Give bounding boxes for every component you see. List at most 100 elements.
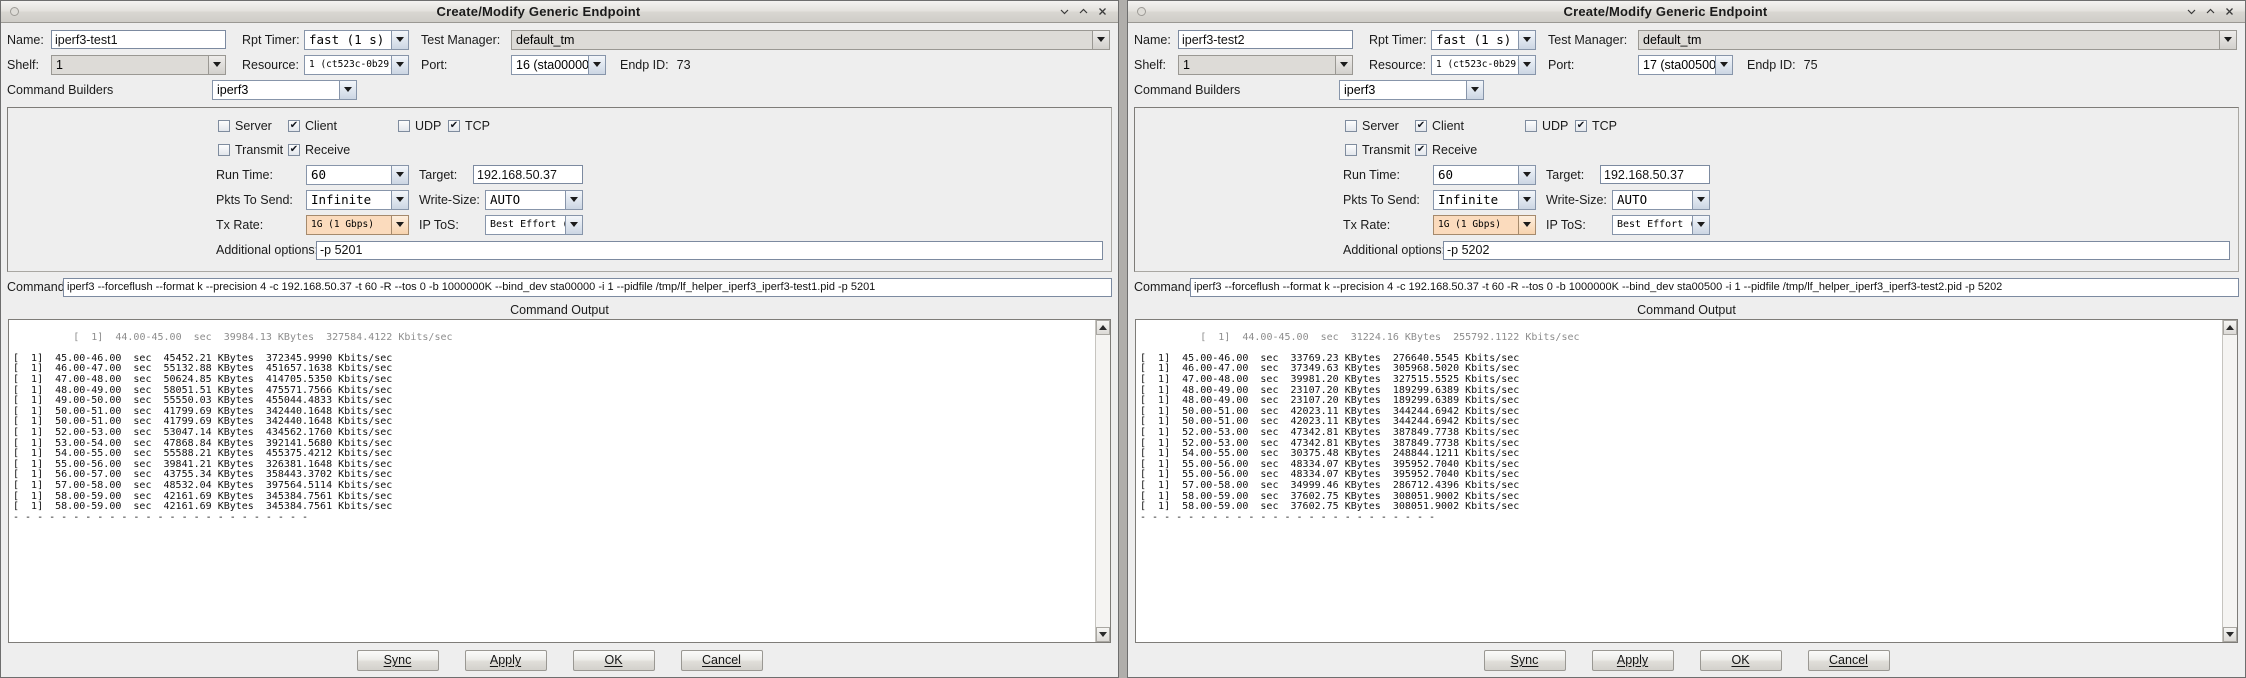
title-bar[interactable]: Create/Modify Generic Endpoint [1, 1, 1118, 23]
port-select[interactable]: 16 (sta00000) [511, 54, 606, 75]
run-time-select[interactable]: 60 [1433, 164, 1536, 185]
scroll-down-icon[interactable] [2223, 627, 2237, 642]
server-checkbox[interactable]: ✔ Server [1345, 119, 1415, 133]
chevron-down-icon[interactable] [2219, 30, 2236, 49]
client-checkbox[interactable]: ✔ Client [288, 119, 398, 133]
window-menu-icon[interactable] [1137, 7, 1146, 16]
checkbox-box[interactable]: ✔ [1415, 144, 1427, 156]
tx-rate-select[interactable]: 1G (1 Gbps) [1433, 214, 1536, 235]
sync-button[interactable]: Sync [1483, 649, 1566, 671]
chevron-down-icon[interactable] [208, 55, 225, 74]
checkbox-box[interactable]: ✔ [288, 120, 300, 132]
checkbox-box[interactable]: ✔ [398, 120, 410, 132]
checkbox-box[interactable]: ✔ [1575, 120, 1587, 132]
write-size-select[interactable]: AUTO [485, 189, 583, 210]
output-scrollbar[interactable] [2222, 320, 2237, 642]
chevron-down-icon[interactable] [1466, 80, 1483, 99]
chevron-down-icon[interactable] [391, 30, 408, 49]
additional-options-input[interactable]: -p 5202 [1443, 240, 2230, 260]
server-checkbox[interactable]: ✔ Server [218, 119, 288, 133]
chevron-down-icon[interactable] [1518, 215, 1535, 234]
cancel-button[interactable]: Cancel [1807, 649, 1890, 671]
name-input[interactable]: iperf3-test1 [51, 30, 226, 49]
command-builders-select[interactable]: iperf3 [212, 79, 357, 100]
ok-button[interactable]: OK [1699, 649, 1782, 671]
checkbox-box[interactable]: ✔ [1525, 120, 1537, 132]
title-bar[interactable]: Create/Modify Generic Endpoint [1128, 1, 2245, 23]
ip-tos-select[interactable]: Best Effort (0) [1612, 214, 1710, 235]
maximize-icon[interactable] [2204, 5, 2217, 18]
resource-select[interactable]: 1 (ct523c-0b29) [1431, 54, 1536, 75]
checkbox-box[interactable]: ✔ [448, 120, 460, 132]
chevron-down-icon[interactable] [1518, 55, 1535, 74]
tx-rate-select[interactable]: 1G (1 Gbps) [306, 214, 409, 235]
rpt-timer-select[interactable]: fast (1 s) [1431, 29, 1536, 50]
target-input[interactable]: 192.168.50.37 [1600, 165, 1710, 184]
chevron-down-icon[interactable] [1518, 165, 1535, 184]
chevron-down-icon[interactable] [1518, 30, 1535, 49]
write-size-select[interactable]: AUTO [1612, 189, 1710, 210]
pkts-to-send-select[interactable]: Infinite [306, 189, 409, 210]
checkbox-box[interactable]: ✔ [218, 144, 230, 156]
chevron-down-icon[interactable] [391, 165, 408, 184]
pkts-to-send-select[interactable]: Infinite [1433, 189, 1536, 210]
transmit-checkbox[interactable]: ✔ Transmit [218, 143, 288, 157]
rpt-timer-select[interactable]: fast (1 s) [304, 29, 409, 50]
name-input[interactable]: iperf3-test2 [1178, 30, 1353, 49]
apply-button[interactable]: Apply [1591, 649, 1674, 671]
maximize-icon[interactable] [1077, 5, 1090, 18]
chevron-down-icon[interactable] [1715, 55, 1732, 74]
udp-checkbox[interactable]: ✔ UDP [1525, 119, 1575, 133]
transmit-checkbox[interactable]: ✔ Transmit [1345, 143, 1415, 157]
cancel-button[interactable]: Cancel [680, 649, 763, 671]
checkbox-box[interactable]: ✔ [1345, 120, 1357, 132]
test-manager-select[interactable]: default_tm [511, 29, 1110, 50]
minimize-icon[interactable] [1058, 5, 1071, 18]
minimize-icon[interactable] [2185, 5, 2198, 18]
ip-tos-select[interactable]: Best Effort (0) [485, 214, 583, 235]
chevron-down-icon[interactable] [565, 215, 582, 234]
tcp-checkbox[interactable]: ✔ TCP [448, 119, 498, 133]
command-input[interactable]: iperf3 --forceflush --format k --precisi… [1190, 277, 2239, 297]
receive-checkbox[interactable]: ✔ Receive [1415, 143, 1525, 157]
command-builders-select[interactable]: iperf3 [1339, 79, 1484, 100]
scroll-down-icon[interactable] [1096, 627, 1110, 642]
additional-options-input[interactable]: -p 5201 [316, 240, 1103, 260]
checkbox-box[interactable]: ✔ [1415, 120, 1427, 132]
apply-button[interactable]: Apply [464, 649, 547, 671]
scroll-up-icon[interactable] [2223, 320, 2237, 335]
chevron-down-icon[interactable] [391, 190, 408, 209]
target-input[interactable]: 192.168.50.37 [473, 165, 583, 184]
close-icon[interactable] [2223, 5, 2236, 18]
chevron-down-icon[interactable] [1692, 215, 1709, 234]
chevron-down-icon[interactable] [1092, 30, 1109, 49]
receive-checkbox[interactable]: ✔ Receive [288, 143, 398, 157]
chevron-down-icon[interactable] [1335, 55, 1352, 74]
ok-button[interactable]: OK [572, 649, 655, 671]
checkbox-box[interactable]: ✔ [218, 120, 230, 132]
chevron-down-icon[interactable] [565, 190, 582, 209]
scrollbar-track[interactable] [1096, 335, 1110, 627]
chevron-down-icon[interactable] [1518, 190, 1535, 209]
output-scrollbar[interactable] [1095, 320, 1110, 642]
client-checkbox[interactable]: ✔ Client [1415, 119, 1525, 133]
tcp-checkbox[interactable]: ✔ TCP [1575, 119, 1625, 133]
scroll-up-icon[interactable] [1096, 320, 1110, 335]
window-menu-icon[interactable] [10, 7, 19, 16]
chevron-down-icon[interactable] [339, 80, 356, 99]
command-output-text[interactable]: [ 1] 44.00-45.00 sec 39984.13 KBytes 327… [9, 320, 1095, 642]
shelf-select[interactable]: 1 [1178, 54, 1353, 75]
test-manager-select[interactable]: default_tm [1638, 29, 2237, 50]
command-input[interactable]: iperf3 --forceflush --format k --precisi… [63, 277, 1112, 297]
port-select[interactable]: 17 (sta00500) [1638, 54, 1733, 75]
udp-checkbox[interactable]: ✔ UDP [398, 119, 448, 133]
chevron-down-icon[interactable] [391, 215, 408, 234]
shelf-select[interactable]: 1 [51, 54, 226, 75]
sync-button[interactable]: Sync [356, 649, 439, 671]
checkbox-box[interactable]: ✔ [288, 144, 300, 156]
scrollbar-track[interactable] [2223, 335, 2237, 627]
close-icon[interactable] [1096, 5, 1109, 18]
checkbox-box[interactable]: ✔ [1345, 144, 1357, 156]
command-output-text[interactable]: [ 1] 44.00-45.00 sec 31224.16 KBytes 255… [1136, 320, 2222, 642]
chevron-down-icon[interactable] [1692, 190, 1709, 209]
